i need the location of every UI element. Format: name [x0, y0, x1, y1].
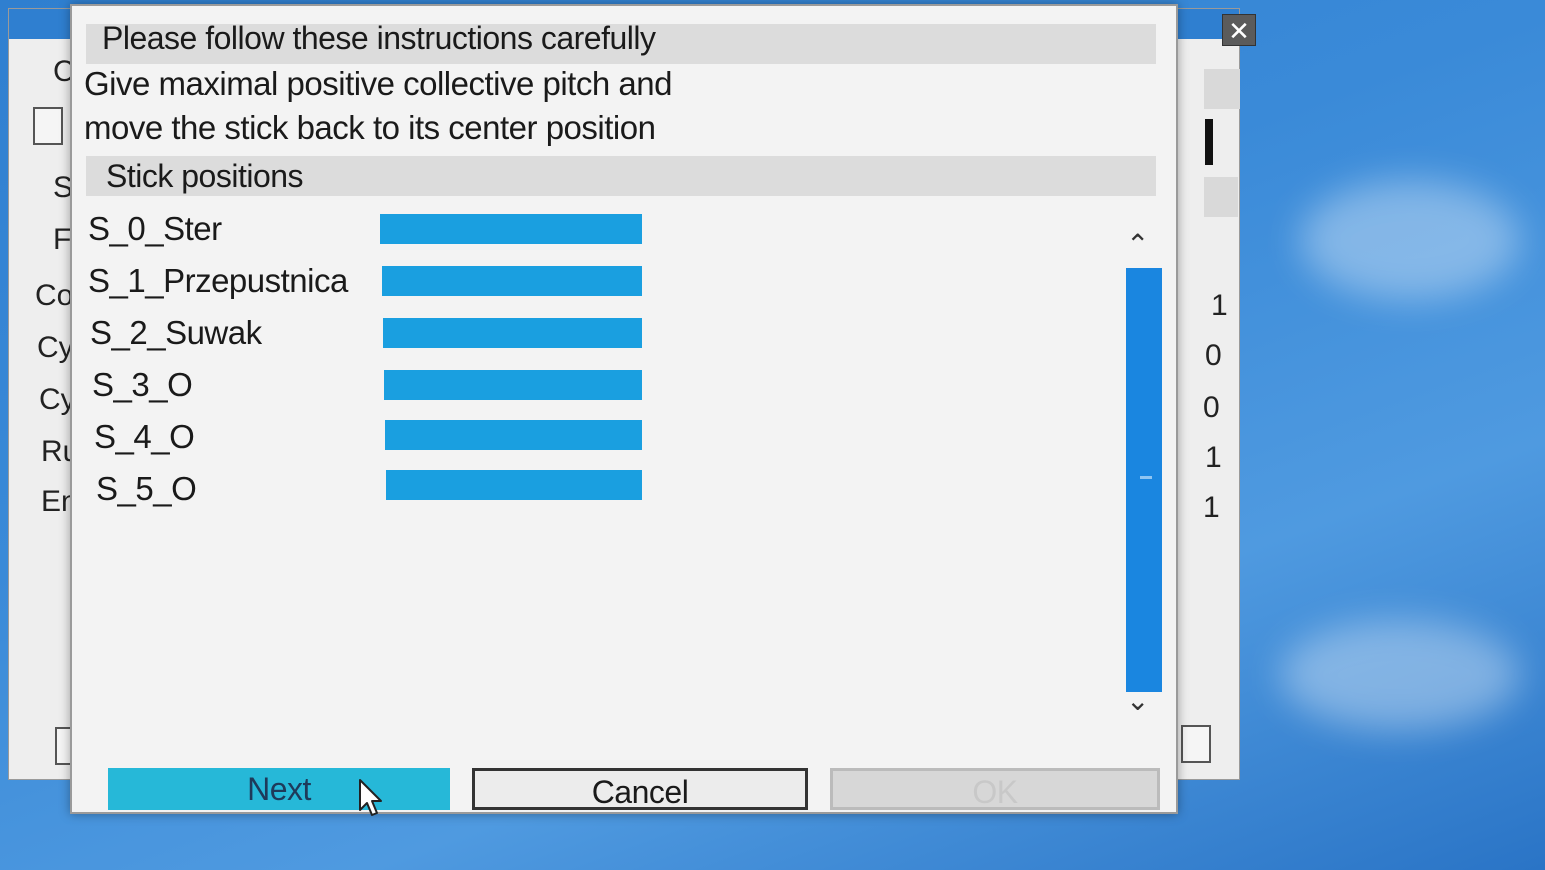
background-strip — [1204, 177, 1238, 217]
dialog-header: Please follow these instructions careful… — [102, 20, 656, 56]
stick-position-bar — [383, 318, 642, 348]
stick-position-bar — [385, 420, 642, 450]
stick-position-bar — [386, 470, 642, 500]
mouse-pointer-icon — [359, 779, 382, 816]
stick-label: S_1_Przepustnica — [88, 262, 348, 299]
ok-button[interactable]: OK — [830, 768, 1160, 810]
instruction-line: move the stick back to its center positi… — [84, 109, 656, 146]
background-scroll-edge — [1205, 119, 1213, 165]
scroll-grip — [1140, 476, 1152, 479]
chevron-up-icon[interactable]: ⌃ — [1126, 228, 1149, 261]
background-checkbox[interactable] — [1181, 725, 1211, 763]
chevron-down-icon[interactable]: ⌄ — [1126, 684, 1149, 717]
stick-label: S_4_O — [94, 418, 195, 455]
stick-positions-title: Stick positions — [106, 158, 304, 194]
background-label-fragment: F — [53, 223, 72, 256]
cancel-button[interactable]: Cancel — [472, 768, 808, 810]
stick-label: S_5_O — [96, 470, 197, 507]
background-label-fragment: Cy — [37, 331, 74, 364]
background-value: 0 — [1205, 339, 1222, 372]
stick-calibration-dialog: Please follow these instructions careful… — [70, 4, 1178, 816]
stick-position-bar — [384, 370, 642, 400]
close-icon[interactable]: ✕ — [1222, 14, 1256, 46]
desktop-cloud — [1280, 620, 1520, 730]
stick-label: S_0_Ster — [88, 210, 222, 247]
stick-position-bar — [380, 214, 642, 244]
background-value: 0 — [1203, 391, 1220, 424]
background-checkbox[interactable] — [33, 107, 63, 145]
stick-label: S_2_Suwak — [90, 314, 262, 351]
background-value: 1 — [1205, 441, 1222, 474]
background-value: 1 — [1203, 491, 1220, 524]
instruction-line: Give maximal positive collective pitch a… — [84, 65, 672, 102]
vertical-scrollbar[interactable]: ⌃ ⌄ — [1118, 228, 1166, 728]
desktop-cloud — [1300, 180, 1520, 300]
scroll-thumb[interactable] — [1126, 268, 1162, 692]
stick-position-bar — [382, 266, 642, 296]
background-label-fragment: Co — [35, 279, 74, 312]
stick-label: S_3_O — [92, 366, 193, 403]
background-strip — [1204, 69, 1240, 109]
instruction-text: Give maximal positive collective pitch a… — [84, 62, 672, 150]
next-button[interactable]: Next — [108, 768, 450, 810]
background-value: 1 — [1211, 289, 1228, 322]
